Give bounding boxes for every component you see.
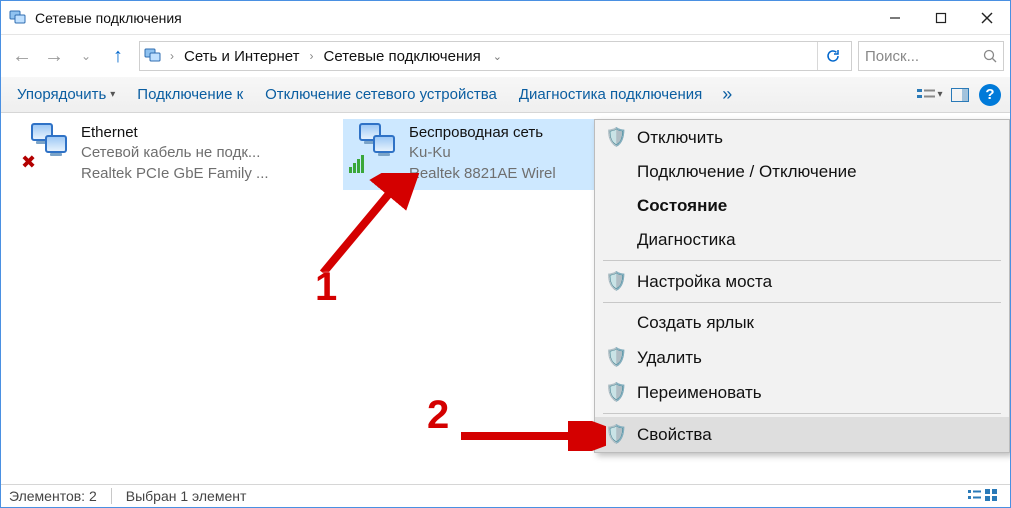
ethernet-icon: ✖ (21, 123, 73, 175)
wifi-name: Беспроводная сеть (409, 123, 556, 143)
disable-device-button[interactable]: Отключение сетевого устройства (255, 82, 507, 107)
search-box[interactable]: Поиск... (858, 41, 1004, 71)
status-divider (111, 488, 112, 504)
ctx-status[interactable]: Состояние (595, 189, 1009, 223)
chevron-right-icon: › (308, 49, 316, 63)
organize-label: Упорядочить (17, 86, 106, 103)
context-menu: 🛡️ Отключить Подключение / Отключение Со… (594, 119, 1010, 453)
nav-up-button[interactable]: ↑ (103, 41, 133, 71)
ctx-diagnostics-label: Диагностика (637, 230, 736, 250)
annotation-arrow-2 (456, 421, 606, 451)
shield-icon: 🛡️ (605, 127, 625, 148)
maximize-button[interactable] (918, 1, 964, 34)
connect-to-label: Подключение к (137, 86, 243, 103)
shield-icon: 🛡️ (605, 271, 625, 292)
diagnose-button[interactable]: Диагностика подключения (509, 82, 712, 107)
ctx-create-shortcut-label: Создать ярлык (637, 313, 754, 333)
nav-bar: ← → ⌄ ↑ › Сеть и Интернет › Сетевые подк… (1, 35, 1010, 77)
network-path-icon (144, 47, 162, 65)
ctx-properties-label: Свойства (637, 425, 712, 445)
ctx-connect-disconnect[interactable]: Подключение / Отключение (595, 155, 1009, 189)
ctx-rename-label: Переименовать (637, 383, 762, 403)
minimize-button[interactable] (872, 1, 918, 34)
toolbar: Упорядочить ▾ Подключение к Отключение с… (1, 77, 1010, 113)
signal-bars-icon (349, 155, 364, 173)
ctx-properties[interactable]: 🛡️ Свойства (595, 417, 1009, 452)
search-placeholder: Поиск... (865, 48, 919, 65)
menu-separator (603, 302, 1001, 303)
details-view-button[interactable] (968, 488, 1002, 505)
refresh-button[interactable] (817, 42, 847, 70)
status-bar: Элементов: 2 Выбран 1 элемент (1, 484, 1010, 507)
ethernet-device: Realtek PCIe GbE Family ... (81, 164, 269, 184)
ctx-disable-label: Отключить (637, 128, 723, 148)
organize-button[interactable]: Упорядочить ▾ (7, 82, 125, 107)
nav-back-button[interactable]: ← (7, 41, 37, 71)
shield-icon: 🛡️ (605, 382, 625, 403)
ctx-create-shortcut[interactable]: Создать ярлык (595, 306, 1009, 340)
status-item-count: Элементов: 2 (9, 488, 97, 504)
address-bar[interactable]: › Сеть и Интернет › Сетевые подключения … (139, 41, 852, 71)
menu-separator (603, 413, 1001, 414)
ctx-diagnostics[interactable]: Диагностика (595, 223, 1009, 257)
title-bar: Сетевые подключения (1, 1, 1010, 35)
ctx-disable[interactable]: 🛡️ Отключить (595, 120, 1009, 155)
ethernet-name: Ethernet (81, 123, 269, 143)
connect-to-button[interactable]: Подключение к (127, 82, 253, 107)
help-button[interactable]: ? (976, 81, 1004, 109)
wifi-icon (349, 123, 401, 175)
cable-unplugged-icon: ✖ (21, 152, 36, 173)
disable-device-label: Отключение сетевого устройства (265, 86, 497, 103)
ctx-delete-label: Удалить (637, 348, 702, 368)
content-area: ✖ Ethernet Сетевой кабель не подк... Rea… (1, 113, 1010, 484)
ctx-delete[interactable]: 🛡️ Удалить (595, 340, 1009, 375)
ctx-status-label: Состояние (637, 196, 727, 216)
ethernet-status: Сетевой кабель не подк... (81, 143, 269, 163)
toolbar-overflow-button[interactable]: » (714, 84, 740, 105)
ctx-rename[interactable]: 🛡️ Переименовать (595, 375, 1009, 410)
menu-separator (603, 260, 1001, 261)
annotation-number-1: 1 (315, 265, 337, 310)
annotation-number-2: 2 (427, 393, 449, 438)
chevron-right-icon: › (168, 49, 176, 63)
nav-forward-button[interactable]: → (39, 41, 69, 71)
search-icon (983, 49, 997, 63)
breadcrumb-level2[interactable]: Сетевые подключения (322, 48, 483, 65)
ctx-connect-disconnect-label: Подключение / Отключение (637, 162, 857, 182)
network-connections-icon (9, 9, 27, 27)
help-icon: ? (979, 84, 1001, 106)
address-dropdown-icon[interactable]: ⌄ (489, 50, 506, 63)
nav-history-dropdown[interactable]: ⌄ (71, 41, 101, 71)
shield-icon: 🛡️ (605, 424, 625, 445)
wifi-ssid: Ku-Ku (409, 143, 556, 163)
chevron-down-icon: ▾ (110, 89, 115, 100)
connection-ethernet[interactable]: ✖ Ethernet Сетевой кабель не подк... Rea… (15, 119, 335, 190)
ctx-bridge-config[interactable]: 🛡️ Настройка моста (595, 264, 1009, 299)
close-button[interactable] (964, 1, 1010, 34)
ctx-bridge-config-label: Настройка моста (637, 272, 772, 292)
view-options-button[interactable]: ▾ (916, 81, 944, 109)
shield-icon: 🛡️ (605, 347, 625, 368)
diagnose-label: Диагностика подключения (519, 86, 702, 103)
window-title: Сетевые подключения (35, 10, 182, 26)
status-selected-count: Выбран 1 элемент (126, 488, 247, 504)
breadcrumb-level1[interactable]: Сеть и Интернет (182, 48, 302, 65)
preview-pane-button[interactable] (946, 81, 974, 109)
